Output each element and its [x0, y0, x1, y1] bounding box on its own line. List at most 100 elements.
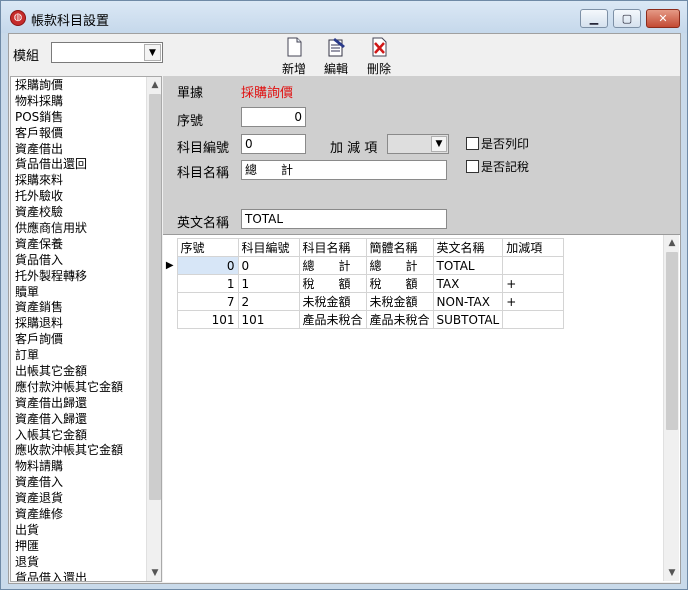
list-item[interactable]: 貨品借入還出	[11, 570, 146, 581]
maximize-button[interactable]: ▢	[613, 9, 641, 28]
addsub-select[interactable]: ▼	[387, 134, 449, 154]
col-simp[interactable]: 簡體名稱	[365, 238, 434, 257]
cell-seq[interactable]: 7	[176, 292, 239, 311]
table-row[interactable]: 101 101 產品未稅合 產品未稅合 SUBTOTAL	[163, 310, 565, 329]
cell-code[interactable]: 2	[237, 292, 300, 311]
scroll-down-icon[interactable]: ▼	[147, 565, 161, 581]
col-seq[interactable]: 序號	[176, 238, 239, 257]
cell-sign[interactable]: +	[502, 292, 565, 311]
cell-name[interactable]: 未稅金額	[298, 292, 367, 311]
list-item[interactable]: 物料請購	[11, 458, 146, 474]
table-row[interactable]: 11稅 額稅 額 TAX +	[163, 274, 565, 293]
list-item[interactable]: 物料採購	[11, 93, 146, 109]
list-item[interactable]: 資產借入	[11, 474, 146, 490]
cell-en[interactable]: TAX	[432, 274, 504, 293]
table-row[interactable]: ▶ 0 0 總 計總 計 TOTAL	[163, 256, 565, 275]
list-item[interactable]: 資產借出	[11, 141, 146, 157]
list-item[interactable]: 應收款沖帳其它金額	[11, 442, 146, 458]
cell-simp[interactable]: 總 計	[365, 256, 434, 275]
cell-sign[interactable]	[502, 310, 565, 329]
close-icon: ✕	[658, 12, 668, 25]
list-item[interactable]: 客戶詢價	[11, 331, 146, 347]
scroll-down-icon[interactable]: ▼	[664, 565, 680, 581]
cell-seq[interactable]: 1	[176, 274, 239, 293]
cell-simp[interactable]: 產品未稅合	[365, 310, 434, 329]
row-indicator	[163, 310, 177, 329]
list-item[interactable]: 押匯	[11, 538, 146, 554]
list-item[interactable]: 資產借入歸還	[11, 411, 146, 427]
module-select[interactable]: ▼	[51, 42, 163, 63]
table-row[interactable]: 7 2 未稅金額 未稅金額 NON-TAX +	[163, 292, 565, 311]
cell-name[interactable]: 總 計	[298, 256, 367, 275]
sidebar-scroll-thumb[interactable]	[149, 94, 161, 500]
list-item[interactable]: 採購來料	[11, 172, 146, 188]
list-item[interactable]: POS銷售	[11, 109, 146, 125]
seq-input[interactable]: 0	[241, 107, 306, 127]
grid-scroll-thumb[interactable]	[666, 252, 678, 430]
chevron-down-icon[interactable]: ▼	[431, 136, 447, 152]
en-label: 英文名稱	[177, 216, 230, 231]
cell-name[interactable]: 稅 額	[298, 274, 367, 293]
cell-simp[interactable]: 未稅金額	[365, 292, 434, 311]
table-header-row: 序號 科目編號 科目名稱 簡體名稱 英文名稱 加減項	[163, 238, 565, 257]
list-item[interactable]: 出帳其它金額	[11, 363, 146, 379]
grid-scrollbar[interactable]: ▲ ▼	[663, 235, 679, 581]
list-item[interactable]: 採購詢價	[11, 77, 146, 93]
list-item[interactable]: 資產退貨	[11, 490, 146, 506]
list-item[interactable]: 供應商信用狀	[11, 220, 146, 236]
col-sign[interactable]: 加減項	[502, 238, 565, 257]
list-item[interactable]: 退貨	[11, 554, 146, 570]
list-item[interactable]: 托外驗收	[11, 188, 146, 204]
cell-code[interactable]: 1	[237, 274, 300, 293]
print-checkbox[interactable]	[466, 137, 479, 150]
close-button[interactable]: ✕	[646, 9, 680, 28]
cell-seq[interactable]: 0	[176, 256, 239, 275]
minimize-button[interactable]: ▁	[580, 9, 608, 28]
code-input[interactable]: 0	[241, 134, 306, 154]
list-item[interactable]: 應付款沖帳其它金額	[11, 379, 146, 395]
app-icon: ◍	[10, 10, 26, 26]
col-en[interactable]: 英文名稱	[432, 238, 504, 257]
edit-button[interactable]: 編輯	[318, 36, 354, 76]
cell-en[interactable]: SUBTOTAL	[432, 310, 504, 329]
cell-sign[interactable]: +	[502, 274, 565, 293]
chevron-down-icon[interactable]: ▼	[144, 44, 161, 61]
list-item[interactable]: 資產銷售	[11, 299, 146, 315]
list-item[interactable]: 托外製程轉移	[11, 268, 146, 284]
scroll-up-icon[interactable]: ▲	[664, 235, 680, 251]
doc-value: 採購詢價	[241, 86, 294, 101]
delete-button[interactable]: 刪除	[361, 36, 397, 76]
new-button[interactable]: 新增	[276, 36, 312, 76]
list-item[interactable]: 資產借出歸還	[11, 395, 146, 411]
list-item[interactable]: 採購退料	[11, 315, 146, 331]
col-code[interactable]: 科目編號	[237, 238, 300, 257]
list-item[interactable]: 訂單	[11, 347, 146, 363]
cell-simp[interactable]: 稅 額	[365, 274, 434, 293]
list-item[interactable]: 客戶報價	[11, 125, 146, 141]
list-item[interactable]: 入帳其它金額	[11, 427, 146, 443]
cell-code[interactable]: 0	[237, 256, 300, 275]
cell-code[interactable]: 101	[237, 310, 300, 329]
cell-en[interactable]: TOTAL	[432, 256, 504, 275]
list-item[interactable]: 資產維修	[11, 506, 146, 522]
toolbar: 模組 ▼ 新增 編輯 刪除	[9, 34, 680, 76]
cell-name[interactable]: 產品未稅合	[298, 310, 367, 329]
cell-en[interactable]: NON-TAX	[432, 292, 504, 311]
list-item[interactable]: 出貨	[11, 522, 146, 538]
list-item[interactable]: 贖單	[11, 284, 146, 300]
list-item[interactable]: 貨品借入	[11, 252, 146, 268]
name-input[interactable]: 總 計	[241, 160, 447, 180]
scroll-up-icon[interactable]: ▲	[147, 77, 161, 93]
tax-checkbox[interactable]	[466, 160, 479, 173]
account-grid[interactable]: 序號 科目編號 科目名稱 簡體名稱 英文名稱 加減項 ▶ 0 0 總 計總 計 TOTA…	[163, 234, 680, 582]
sidebar-scrollbar[interactable]: ▲ ▼	[146, 77, 161, 581]
document-type-list[interactable]: 採購詢價 物料採購 POS銷售 客戶報價 資產借出 貨品借出還回 採購來料 托外驗收 資產校驗供…	[10, 76, 162, 582]
title-bar: ◍ 帳款科目設置 ▁ ▢ ✕	[1, 1, 687, 33]
cell-sign[interactable]	[502, 256, 565, 275]
col-name[interactable]: 科目名稱	[298, 238, 367, 257]
list-item[interactable]: 資產校驗	[11, 204, 146, 220]
list-item[interactable]: 貨品借出還回	[11, 156, 146, 172]
en-input[interactable]: TOTAL	[241, 209, 447, 229]
cell-seq[interactable]: 101	[176, 310, 239, 329]
list-item[interactable]: 資產保養	[11, 236, 146, 252]
